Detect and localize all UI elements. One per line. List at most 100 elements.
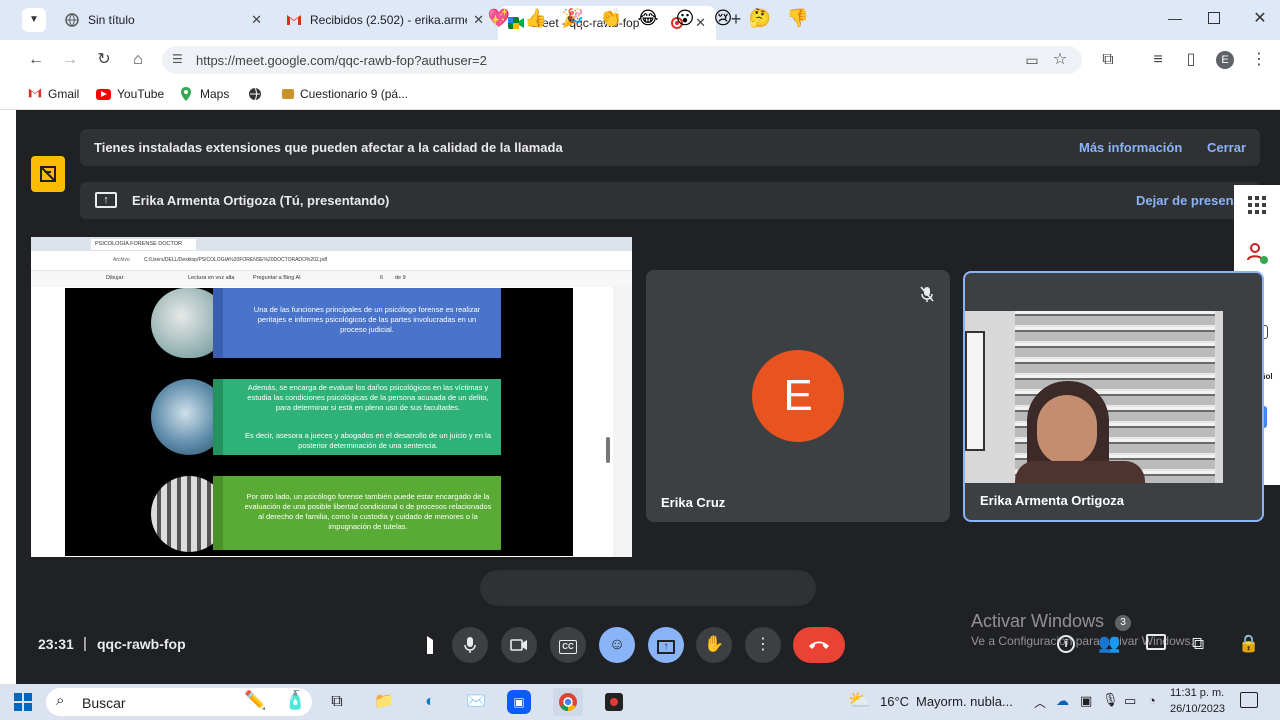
tray-chevron-icon[interactable]: ︿ bbox=[1034, 694, 1046, 711]
close-icon[interactable]: ✕ bbox=[251, 12, 262, 28]
participant-name: Erika Armenta Ortigoza bbox=[980, 493, 1125, 508]
search-icon: ⌕ bbox=[56, 692, 65, 709]
maximize-button[interactable] bbox=[1208, 12, 1220, 24]
camera-tray-icon[interactable]: ▣ bbox=[1080, 693, 1092, 709]
apps-grid-icon[interactable] bbox=[1244, 196, 1270, 218]
mic-button[interactable] bbox=[452, 627, 488, 663]
globe-icon bbox=[64, 12, 80, 28]
back-icon[interactable]: ← bbox=[26, 50, 46, 70]
effects-icon[interactable] bbox=[1244, 240, 1270, 264]
address-bar[interactable]: ☰ https://meet.google.com/qqc-rawb-fop?a… bbox=[162, 46, 1082, 74]
shared-screen: PSICOLOGÍA FORENSE DOCTOR Archivo C:/Use… bbox=[31, 237, 632, 557]
forward-icon[interactable]: → bbox=[60, 50, 80, 70]
camera-in-use-icon[interactable]: ▭ bbox=[1022, 50, 1042, 70]
mail-icon[interactable]: ✉️ bbox=[461, 688, 491, 716]
gmail-icon bbox=[28, 87, 42, 101]
meeting-time: 23:31 bbox=[38, 636, 74, 652]
profile-avatar[interactable]: E bbox=[1216, 51, 1234, 69]
bookmark-maps[interactable]: Maps bbox=[180, 87, 229, 101]
tab-search-button[interactable]: ▼ bbox=[22, 8, 46, 32]
clock-time[interactable]: 11:31 p. m. bbox=[1170, 687, 1224, 699]
bookmark-gmail[interactable]: Gmail bbox=[28, 87, 79, 101]
screen: ▼ Sin título ✕ Recibidos (2.502) - erika… bbox=[0, 0, 1280, 720]
site-info-icon[interactable]: ☰ bbox=[172, 52, 183, 66]
reaction-thumbs-down[interactable]: 👎 bbox=[785, 6, 811, 30]
camera-button[interactable] bbox=[501, 627, 537, 663]
mic-tray-icon[interactable]: 🎙 bbox=[1102, 692, 1119, 708]
extension-warning-icon[interactable] bbox=[31, 156, 65, 192]
mic-off-icon bbox=[920, 286, 934, 302]
recorder-icon[interactable] bbox=[599, 688, 629, 716]
onedrive-icon[interactable]: ☁ bbox=[1056, 693, 1069, 709]
weather-icon[interactable]: ⛅ bbox=[848, 690, 870, 711]
tab-gmail[interactable]: Recibidos (2.502) - erika.armen ✕ bbox=[276, 4, 494, 36]
clock-date[interactable]: 26/10/2023 bbox=[1170, 703, 1225, 715]
weather-temp[interactable]: 16°C bbox=[880, 694, 909, 709]
shared-right-rail bbox=[613, 287, 632, 557]
extensions-icon[interactable]: ⧉ bbox=[1098, 50, 1118, 70]
weather-desc[interactable]: Mayorm. nubla... bbox=[916, 694, 1013, 709]
home-icon[interactable]: ⌂ bbox=[128, 50, 148, 70]
menu-dots-icon[interactable]: ⋮ bbox=[1249, 50, 1269, 70]
windows-start-icon[interactable] bbox=[14, 693, 32, 711]
host-controls-icon[interactable]: 🔒 bbox=[1238, 634, 1259, 654]
battery-icon[interactable]: ▭ bbox=[1124, 693, 1136, 709]
leave-call-button[interactable] bbox=[793, 627, 845, 663]
avatar: E bbox=[752, 350, 844, 442]
present-button[interactable]: ↑ bbox=[648, 627, 684, 663]
people-icon[interactable]: 👥 bbox=[1098, 633, 1120, 654]
close-window-button[interactable]: ✕ bbox=[1250, 8, 1270, 28]
bookmark-globe[interactable] bbox=[248, 87, 268, 101]
task-view-icon[interactable]: ⧉ bbox=[322, 688, 352, 716]
file-explorer-icon[interactable]: 📁 bbox=[369, 688, 399, 716]
media-control-icon[interactable]: ≡ bbox=[1148, 50, 1168, 70]
close-banner-link[interactable]: Cerrar bbox=[1207, 140, 1246, 155]
raise-hand-button[interactable]: ✋ bbox=[696, 627, 732, 663]
reaction-thumbs-up[interactable]: 👍 bbox=[523, 6, 549, 30]
search-highlight-icon-2: 🧴 bbox=[284, 690, 307, 710]
more-options-button[interactable]: ⋮ bbox=[745, 627, 781, 663]
tab-sin-titulo[interactable]: Sin título ✕ bbox=[54, 4, 272, 36]
reaction-party[interactable]: 🎉 bbox=[560, 6, 586, 30]
meeting-info-icon[interactable]: i bbox=[1057, 635, 1075, 653]
pdf-text-4: Por otro lado, un psicólogo forense tamb… bbox=[244, 492, 492, 531]
pdf-scrollbar[interactable] bbox=[606, 437, 610, 463]
emoji-button[interactable]: ☺ bbox=[599, 627, 635, 663]
minimize-button[interactable]: — bbox=[1165, 10, 1185, 30]
participant-tile-erika-armenta[interactable]: Erika Armenta Ortigoza bbox=[963, 271, 1264, 522]
reaction-clap[interactable]: 👏 bbox=[598, 6, 624, 30]
close-icon[interactable]: ✕ bbox=[473, 12, 484, 28]
extensions-warning-banner: Tienes instaladas extensiones que pueden… bbox=[80, 129, 1260, 166]
notifications-icon[interactable] bbox=[1240, 692, 1258, 708]
shared-pdf-toolbar: Dibujar Lectura en voz alta Preguntar a … bbox=[31, 271, 632, 287]
wifi-icon[interactable]: ◔ bbox=[1148, 693, 1156, 708]
side-panel-icon[interactable]: ▯ bbox=[1181, 50, 1201, 70]
pdf-text-3: Es decir, asesora a jueces y abogados en… bbox=[245, 431, 491, 450]
zoom-icon[interactable]: ▣ bbox=[507, 690, 531, 714]
chat-icon[interactable] bbox=[1146, 634, 1166, 650]
pdf-page: Una de las funciones principales de un p… bbox=[65, 288, 573, 556]
bookmark-cuestionario[interactable]: Cuestionario 9 (pá... bbox=[282, 87, 408, 101]
reload-icon[interactable]: ↻ bbox=[94, 50, 114, 70]
youtube-icon bbox=[96, 88, 111, 100]
presenting-text: Erika Armenta Ortigoza (Tú, presentando) bbox=[132, 193, 390, 208]
reaction-laugh[interactable]: 😂 bbox=[635, 6, 661, 30]
participant-tile-erika-cruz[interactable]: E Erika Cruz bbox=[646, 270, 950, 522]
site-icon bbox=[282, 89, 294, 99]
present-screen-icon: ↑ bbox=[95, 192, 117, 208]
taskbar-search[interactable]: ⌕ Buscar ✏️ 🧴 bbox=[46, 688, 312, 716]
edge-icon[interactable]: ◐ bbox=[415, 688, 445, 716]
reaction-surprised[interactable]: 😮 bbox=[672, 6, 698, 30]
activities-icon[interactable]: ⧉ bbox=[1192, 634, 1204, 654]
chrome-icon[interactable] bbox=[553, 688, 583, 716]
bookmark-star-icon[interactable]: ☆ bbox=[1050, 50, 1070, 70]
reaction-heart[interactable]: 💖 bbox=[486, 6, 512, 30]
participant-name: Erika Cruz bbox=[661, 495, 726, 510]
presenting-bar: ↑ Erika Armenta Ortigoza (Tú, presentand… bbox=[80, 182, 1260, 219]
more-info-link[interactable]: Más información bbox=[1079, 140, 1182, 155]
reaction-sad[interactable]: 😢 bbox=[710, 6, 736, 30]
reaction-thinking[interactable]: 🤔 bbox=[747, 6, 773, 30]
stop-presenting-link[interactable]: Dejar de presen bbox=[1136, 193, 1234, 208]
captions-button[interactable]: CC bbox=[550, 627, 586, 663]
bookmark-youtube[interactable]: YouTube bbox=[96, 87, 164, 101]
